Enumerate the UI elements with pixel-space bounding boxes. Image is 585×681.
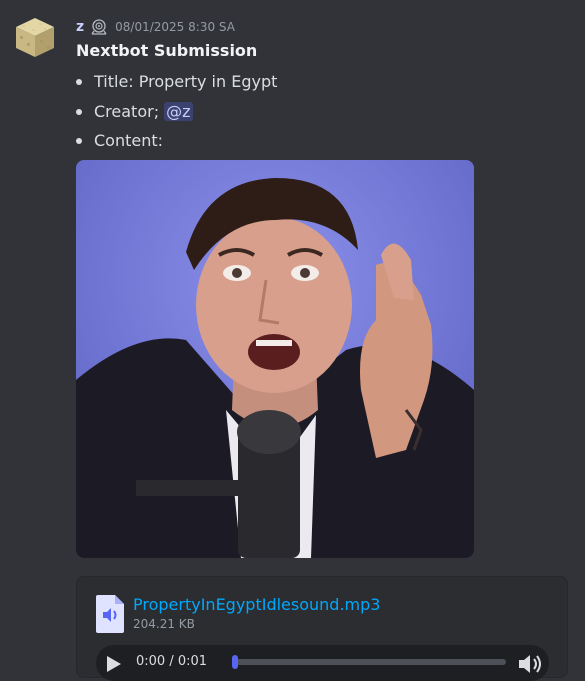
chat-message: z 08/01/2025 8:30 SA Nextbot Submission … xyxy=(0,0,585,681)
progress-handle[interactable] xyxy=(232,655,238,669)
audio-file-icon xyxy=(96,595,124,633)
avatar[interactable] xyxy=(14,16,56,58)
message-timestamp[interactable]: 08/01/2025 8:30 SA xyxy=(115,20,235,34)
list-item: Title: Property in Egypt xyxy=(76,69,277,99)
creator-label: Creator; xyxy=(94,101,160,121)
attached-image[interactable] xyxy=(76,160,474,558)
content-label: Content: xyxy=(94,131,164,150)
message-header: z 08/01/2025 8:30 SA xyxy=(76,16,235,38)
embed-title: Nextbot Submission xyxy=(76,41,258,60)
file-name-link[interactable]: PropertyInEgyptIdlesound.mp3 xyxy=(133,595,380,614)
hypesquad-badge-icon[interactable] xyxy=(89,17,109,37)
title-field: Title: Property in Egypt xyxy=(94,72,278,91)
list-item: Content: xyxy=(76,128,277,158)
submission-fields: Title: Property in Egypt Creator; @z Con… xyxy=(76,69,277,158)
audio-player: 0:00 / 0:01 xyxy=(96,645,549,681)
audio-progress-bar[interactable] xyxy=(232,655,506,669)
playback-time: 0:00 / 0:01 xyxy=(136,654,208,669)
volume-icon[interactable] xyxy=(517,653,543,675)
list-item: Creator; @z xyxy=(76,99,277,129)
user-mention[interactable]: @z xyxy=(164,101,193,121)
play-icon[interactable] xyxy=(106,655,122,673)
username[interactable]: z xyxy=(76,19,84,35)
file-size: 204.21 KB xyxy=(133,617,195,631)
